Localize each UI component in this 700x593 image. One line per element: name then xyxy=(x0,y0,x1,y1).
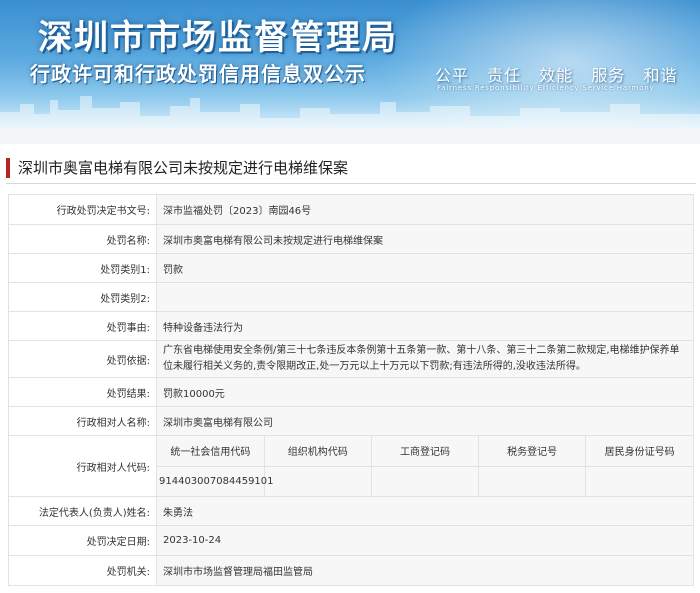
table-row: 处罚决定日期: 2023-10-24 xyxy=(8,525,694,556)
field-label: 处罚事由: xyxy=(8,311,157,341)
penalty-info-table: 行政处罚决定书文号: 深市监福处罚〔2023〕南园46号 处罚名称: 深圳市奥富… xyxy=(8,194,694,586)
code-header: 组织机构代码 xyxy=(263,436,372,467)
motto-item: 公平 xyxy=(435,66,470,85)
field-value: 深市监福处罚〔2023〕南园46号 xyxy=(156,194,694,225)
motto-item: 责任 xyxy=(487,66,522,85)
code-header: 税务登记号 xyxy=(478,436,587,467)
header-banner: 深圳市市场监督管理局 行政许可和行政处罚信用信息双公示 公平 责任 效能 服务 … xyxy=(0,0,700,128)
code-value: 914403007084459101 xyxy=(157,465,274,496)
code-value xyxy=(478,465,587,496)
table-row: 处罚类别1: 罚款 xyxy=(8,253,694,283)
table-row: 处罚依据: 广东省电梯使用安全条例/第三十七条违反本条例第十五条第一款、第十八条… xyxy=(8,340,694,378)
table-row: 行政处罚决定书文号: 深市监福处罚〔2023〕南园46号 xyxy=(8,194,694,225)
code-header: 工商登记码 xyxy=(370,436,480,467)
motto: 公平 责任 效能 服务 和谐 xyxy=(435,62,689,86)
site-subtitle: 行政许可和行政处罚信用信息双公示 xyxy=(30,62,366,86)
header-band xyxy=(0,128,700,144)
field-label: 法定代表人(负责人)姓名: xyxy=(8,496,157,526)
field-label: 处罚名称: xyxy=(8,224,157,254)
code-table: 统一社会信用代码 组织机构代码 工商登记码 税务登记号 居民身份证号码 9144… xyxy=(157,436,693,496)
field-value: 朱勇法 xyxy=(156,496,694,526)
field-value: 深圳市奥富电梯有限公司 xyxy=(156,406,694,436)
code-value xyxy=(263,465,372,496)
code-header: 统一社会信用代码 xyxy=(157,436,265,467)
motto-item: 和谐 xyxy=(643,66,678,85)
table-row: 行政相对人名称: 深圳市奥富电梯有限公司 xyxy=(8,406,694,436)
code-value xyxy=(585,465,693,496)
field-label: 处罚机关: xyxy=(8,555,157,586)
table-row: 处罚事由: 特种设备违法行为 xyxy=(8,311,694,341)
motto-item: 效能 xyxy=(539,66,574,85)
table-row: 处罚机关: 深圳市市场监督管理局福田监管局 xyxy=(8,555,694,586)
code-value-row: 914403007084459101 xyxy=(157,465,693,496)
field-value: 罚款 xyxy=(156,253,694,283)
code-value xyxy=(370,465,480,496)
field-label: 处罚决定日期: xyxy=(8,525,157,556)
title-accent-bar xyxy=(6,157,10,178)
field-label: 处罚类别2: xyxy=(8,282,157,312)
table-row: 处罚结果: 罚款10000元 xyxy=(8,377,694,407)
field-value: 广东省电梯使用安全条例/第三十七条违反本条例第十五条第一款、第十八条、第三十二条… xyxy=(156,340,694,378)
code-header: 居民身份证号码 xyxy=(585,436,693,467)
field-label: 行政相对人名称: xyxy=(8,406,157,436)
field-value: 特种设备违法行为 xyxy=(156,311,694,341)
field-label: 行政相对人代码: xyxy=(8,435,157,497)
motto-item: 服务 xyxy=(591,66,626,85)
field-value xyxy=(156,282,694,312)
code-header-row: 统一社会信用代码 组织机构代码 工商登记码 税务登记号 居民身份证号码 xyxy=(157,436,693,467)
site-title: 深圳市市场监督管理局 xyxy=(38,18,398,58)
field-value: 2023-10-24 xyxy=(156,525,694,556)
field-label: 处罚结果: xyxy=(8,377,157,407)
page-title: 深圳市奥富电梯有限公司未按规定进行电梯维保案 xyxy=(6,152,696,184)
field-label: 行政处罚决定书文号: xyxy=(8,194,157,225)
motto-english: Fairness Responsibility Efficiency Servi… xyxy=(437,84,655,92)
field-value: 深圳市奥富电梯有限公司未按规定进行电梯维保案 xyxy=(156,224,694,254)
page-title-text: 深圳市奥富电梯有限公司未按规定进行电梯维保案 xyxy=(18,159,349,177)
field-value: 罚款10000元 xyxy=(156,377,694,407)
field-label: 处罚依据: xyxy=(8,340,157,378)
table-row: 法定代表人(负责人)姓名: 朱勇法 xyxy=(8,496,694,526)
table-row: 处罚名称: 深圳市奥富电梯有限公司未按规定进行电梯维保案 xyxy=(8,224,694,254)
field-value: 深圳市市场监督管理局福田监管局 xyxy=(156,555,694,586)
table-row: 行政相对人代码: 统一社会信用代码 组织机构代码 工商登记码 税务登记号 居民身… xyxy=(8,435,694,497)
code-cell: 统一社会信用代码 组织机构代码 工商登记码 税务登记号 居民身份证号码 9144… xyxy=(156,435,694,497)
table-row: 处罚类别2: xyxy=(8,282,694,312)
field-label: 处罚类别1: xyxy=(8,253,157,283)
